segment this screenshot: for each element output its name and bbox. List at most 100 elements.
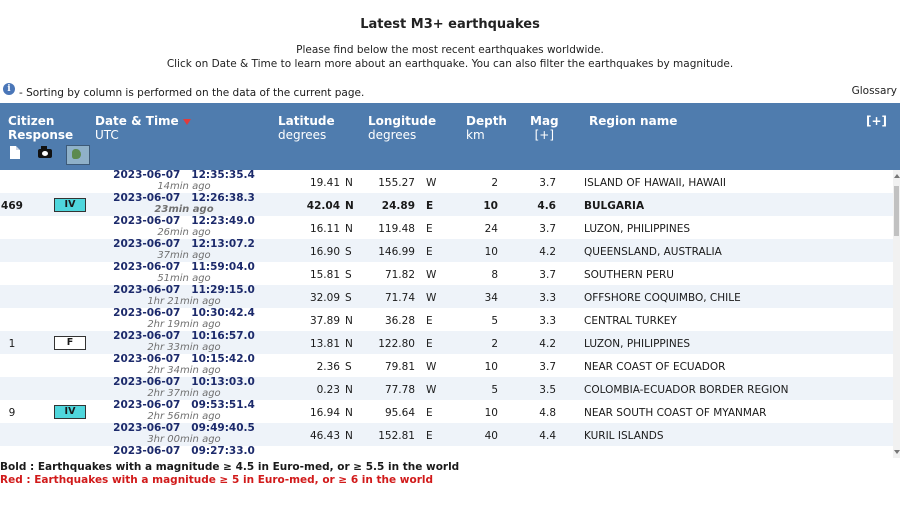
depth-value: 10 xyxy=(484,246,498,258)
longitude-value: 36.28 xyxy=(384,315,415,327)
region-name: QUEENSLAND, AUSTRALIA xyxy=(584,246,722,258)
region-name: BULGARIA xyxy=(584,200,645,212)
datetime-link[interactable]: 2023-06-07 11:29:15.0 1hr 21min ago xyxy=(104,285,264,308)
intro-line-2: Click on Date & Time to learn more about… xyxy=(166,58,734,70)
depth-value: 5 xyxy=(491,384,498,396)
table-row: 2023-06-07 12:23:49.0 26min ago 16.11 N 1… xyxy=(0,216,893,239)
time-ago: 1hr 21min ago xyxy=(147,296,221,307)
depth-value: 10 xyxy=(484,361,498,373)
table-header: Citizen Response Date & Time UTC Latitud… xyxy=(0,103,900,170)
intro-line-1: Please find below the most recent earthq… xyxy=(296,44,604,56)
column-depth[interactable]: Depth km xyxy=(466,114,507,142)
time-ago: 2hr 34min ago xyxy=(147,365,221,376)
longitude-dir: E xyxy=(426,430,433,442)
glossary-link[interactable]: Glossary xyxy=(852,85,897,97)
table-scrollbar[interactable] xyxy=(893,170,900,458)
column-region[interactable]: Region name xyxy=(589,114,677,128)
latitude-value: 2.36 xyxy=(316,361,340,373)
latitude-value: 37.89 xyxy=(309,315,340,327)
table-row: 2023-06-07 11:29:15.0 1hr 21min ago 32.09… xyxy=(0,285,893,308)
depth-value: 40 xyxy=(484,430,498,442)
latitude-value: 42.04 xyxy=(306,200,340,212)
latitude-value: 13.81 xyxy=(309,338,340,350)
time-ago: 26min ago xyxy=(157,227,211,238)
magnitude-value: 3.7 xyxy=(539,361,556,373)
intensity-badge[interactable]: IV xyxy=(54,198,86,212)
longitude-dir: W xyxy=(426,292,437,304)
datetime-link[interactable]: 2023-06-07 09:53:51.4 2hr 56min ago xyxy=(104,400,264,423)
table-row: 2023-06-07 09:49:40.5 3hr 00min ago 46.43… xyxy=(0,423,893,446)
latitude-value: 16.94 xyxy=(309,407,340,419)
datetime-link[interactable]: 2023-06-07 10:13:03.0 2hr 37min ago xyxy=(104,377,264,400)
column-datetime[interactable]: Date & Time UTC xyxy=(95,114,191,142)
mag-filter-toggle[interactable]: [+] xyxy=(530,128,559,142)
scroll-thumb[interactable] xyxy=(894,186,899,236)
column-magnitude[interactable]: Mag [+] xyxy=(530,114,559,142)
table-row: 9 IV 2023-06-07 09:53:51.4 2hr 56min ago … xyxy=(0,400,893,423)
column-citizen-response[interactable]: Citizen Response xyxy=(8,114,73,142)
datetime-link[interactable]: 2023-06-07 09:49:40.5 3hr 00min ago xyxy=(104,423,264,446)
region-name: ISLAND OF HAWAII, HAWAII xyxy=(584,177,727,189)
longitude-value: 119.48 xyxy=(378,223,415,235)
datetime-link[interactable]: 2023-06-07 12:26:38.3 23min ago xyxy=(104,193,264,216)
scroll-up-icon[interactable] xyxy=(894,174,900,178)
expand-columns-button[interactable]: [+] xyxy=(866,114,887,128)
magnitude-value: 3.7 xyxy=(539,269,556,281)
time-ago: 23min ago xyxy=(154,204,214,215)
time-ago: 3hr 00min ago xyxy=(147,434,221,445)
latitude-value: 16.90 xyxy=(309,246,340,258)
table-row: 469 IV 2023-06-07 12:26:38.3 23min ago 42… xyxy=(0,193,893,216)
magnitude-value: 3.7 xyxy=(539,177,556,189)
datetime-link[interactable]: 2023-06-07 12:35:35.4 14min ago xyxy=(104,170,264,192)
map-icon[interactable] xyxy=(66,145,90,165)
table-row: 2023-06-07 10:15:42.0 2hr 34min ago 2.36 … xyxy=(0,354,893,377)
longitude-label: Longitude xyxy=(368,114,437,128)
legend-red: Red : Earthquakes with a magnitude ≥ 5 i… xyxy=(0,474,433,486)
depth-unit: km xyxy=(466,128,485,142)
longitude-dir: E xyxy=(426,246,433,258)
column-longitude[interactable]: Longitude degrees xyxy=(368,114,436,142)
intensity-badge[interactable]: F xyxy=(54,336,86,350)
region-name: CENTRAL TURKEY xyxy=(584,315,677,327)
depth-value: 10 xyxy=(484,407,498,419)
datetime-link[interactable]: 2023-06-07 10:16:57.0 2hr 33min ago xyxy=(104,331,264,354)
region-name: KURIL ISLANDS xyxy=(584,430,664,442)
citizen-count: 469 xyxy=(1,200,23,212)
depth-value: 5 xyxy=(491,315,498,327)
time-ago: 14min ago xyxy=(157,181,211,192)
citizen-count: 1 xyxy=(8,338,16,350)
datetime-unit: UTC xyxy=(95,128,119,142)
magnitude-value: 4.8 xyxy=(539,407,556,419)
depth-value: 2 xyxy=(491,177,498,189)
time-ago: 2hr 19min ago xyxy=(147,319,221,330)
page-title: Latest M3+ earthquakes xyxy=(360,17,540,32)
longitude-dir: W xyxy=(426,361,437,373)
latitude-label: Latitude xyxy=(278,114,335,128)
datetime-link[interactable]: 2023-06-07 12:23:49.0 26min ago xyxy=(104,216,264,239)
depth-label: Depth xyxy=(466,114,507,128)
latitude-unit: degrees xyxy=(278,128,327,142)
datetime-link[interactable]: 2023-06-07 10:15:42.0 2hr 34min ago xyxy=(104,354,264,377)
legend-bold: Bold : Earthquakes with a magnitude ≥ 4.… xyxy=(0,461,460,473)
longitude-unit: degrees xyxy=(368,128,417,142)
scroll-down-icon[interactable] xyxy=(894,450,900,454)
latitude-value: 32.09 xyxy=(309,292,340,304)
datetime-link[interactable]: 2023-06-07 11:59:04.0 51min ago xyxy=(104,262,264,285)
datetime-link[interactable]: 2023-06-07 10:30:42.4 2hr 19min ago xyxy=(104,308,264,331)
longitude-value: 155.27 xyxy=(378,177,415,189)
latitude-value: 0.23 xyxy=(316,384,340,396)
depth-value: 10 xyxy=(483,200,498,212)
region-name: SOUTHERN PERU xyxy=(584,269,674,281)
info-icon[interactable]: i xyxy=(3,83,15,95)
datetime-link[interactable]: 2023-06-07 12:13:07.2 37min ago xyxy=(104,239,264,262)
camera-icon[interactable] xyxy=(38,146,52,158)
citizen-response-label-2: Response xyxy=(8,128,74,142)
column-latitude[interactable]: Latitude degrees xyxy=(278,114,335,142)
document-icon[interactable] xyxy=(10,146,20,159)
table-row: 1 F 2023-06-07 10:16:57.0 2hr 33min ago 1… xyxy=(0,331,893,354)
datetime-link[interactable]: 2023-06-07 09:27:33.0 xyxy=(104,446,264,457)
intensity-badge[interactable]: IV xyxy=(54,405,86,419)
depth-value: 2 xyxy=(491,338,498,350)
sorting-note-row: i - Sorting by column is performed on th… xyxy=(3,83,897,99)
table-row: 2023-06-07 11:59:04.0 51min ago 15.81 S 7… xyxy=(0,262,893,285)
